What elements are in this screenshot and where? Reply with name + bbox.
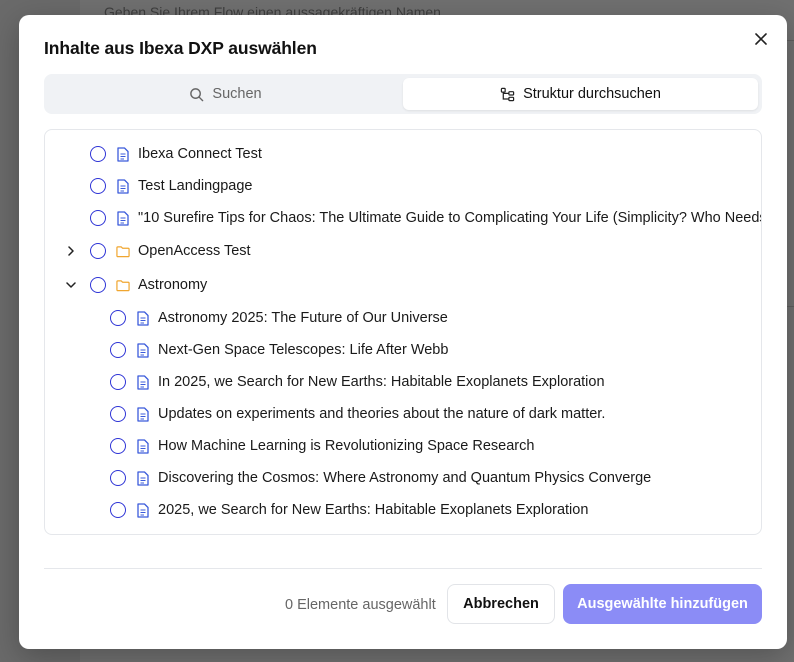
tree-folder[interactable]: OpenAccess Test (64, 239, 251, 263)
select-radio[interactable] (110, 438, 126, 454)
tree-item-label: 2025, we Search for New Earths: Habitabl… (158, 502, 589, 518)
document-icon (136, 374, 150, 390)
tree-item-label: How Machine Learning is Revolutionizing … (158, 438, 535, 454)
tree-item-label: Ibexa Connect Test (138, 146, 262, 162)
document-icon (136, 470, 150, 486)
tree-item[interactable]: Updates on experiments and theories abou… (110, 402, 605, 426)
tree-item-label: Discovering the Cosmos: Where Astronomy … (158, 470, 652, 486)
modal-title: Inhalte aus Ibexa DXP auswählen (44, 38, 317, 58)
tree-structure-icon (500, 87, 515, 101)
select-radio[interactable] (110, 470, 126, 486)
tree-item[interactable]: Test Landingpage (90, 174, 253, 198)
folder-icon (116, 277, 130, 293)
expand-button[interactable] (64, 244, 78, 258)
select-radio[interactable] (110, 342, 126, 358)
tree-item[interactable]: Astronomy 2025: The Future of Our Univer… (110, 306, 448, 330)
tree-item-label: "10 Surefire Tips for Chaos: The Ultimat… (138, 210, 762, 226)
select-radio[interactable] (110, 310, 126, 326)
collapse-button[interactable] (64, 278, 78, 292)
document-icon (136, 406, 150, 422)
select-radio[interactable] (90, 210, 106, 226)
tree-item[interactable]: Next-Gen Space Telescopes: Life After We… (110, 338, 448, 362)
tab-browse-structure[interactable]: Struktur durchsuchen (403, 78, 758, 110)
document-icon (116, 210, 130, 226)
add-selected-button[interactable]: Ausgewählte hinzufügen (563, 584, 762, 624)
close-icon (755, 33, 767, 45)
tab-bar: Suchen Struktur durchsuchen (44, 74, 762, 114)
cancel-button[interactable]: Abbrechen (447, 584, 555, 624)
tree-item-label: OpenAccess Test (138, 243, 251, 259)
select-radio[interactable] (90, 243, 106, 259)
document-icon (136, 342, 150, 358)
select-radio[interactable] (90, 277, 106, 293)
document-icon (136, 502, 150, 518)
tree-item-label: Test Landingpage (138, 178, 253, 194)
tab-search[interactable]: Suchen (48, 78, 403, 110)
select-radio[interactable] (110, 374, 126, 390)
select-radio[interactable] (90, 146, 106, 162)
selected-count: 0 Elemente ausgewählt (285, 597, 436, 613)
tree-item[interactable]: Discovering the Cosmos: Where Astronomy … (110, 466, 651, 490)
close-button[interactable] (753, 31, 769, 47)
tree-item-label: Next-Gen Space Telescopes: Life After We… (158, 342, 449, 358)
tab-browse-structure-label: Struktur durchsuchen (523, 86, 661, 102)
document-icon (136, 310, 150, 326)
chevron-right-icon (68, 246, 74, 256)
tree-item-label: Astronomy 2025: The Future of Our Univer… (158, 310, 448, 326)
document-icon (116, 146, 130, 162)
tree-item-label: Updates on experiments and theories abou… (158, 406, 606, 422)
content-tree: Ibexa Connect Test Test Landingpage "10 … (44, 129, 762, 535)
document-icon (136, 438, 150, 454)
tree-item[interactable]: "10 Surefire Tips for Chaos: The Ultimat… (90, 206, 762, 230)
tree-folder[interactable]: Astronomy (64, 273, 207, 297)
folder-icon (116, 243, 130, 259)
tree-item[interactable]: 2025, we Search for New Earths: Habitabl… (110, 498, 588, 522)
tree-item[interactable]: Ibexa Connect Test (90, 142, 262, 166)
content-picker-modal: Inhalte aus Ibexa DXP auswählen Suchen S… (19, 15, 787, 649)
search-icon (190, 87, 204, 101)
footer-divider (44, 568, 762, 569)
tab-search-label: Suchen (212, 86, 262, 102)
tree-item-label: Astronomy (138, 277, 208, 293)
tree-item[interactable]: How Machine Learning is Revolutionizing … (110, 434, 534, 458)
chevron-down-icon (66, 282, 76, 288)
tree-item-label: In 2025, we Search for New Earths: Habit… (158, 374, 605, 390)
select-radio[interactable] (110, 502, 126, 518)
document-icon (116, 178, 130, 194)
select-radio[interactable] (110, 406, 126, 422)
tree-item[interactable]: In 2025, we Search for New Earths: Habit… (110, 370, 605, 394)
select-radio[interactable] (90, 178, 106, 194)
